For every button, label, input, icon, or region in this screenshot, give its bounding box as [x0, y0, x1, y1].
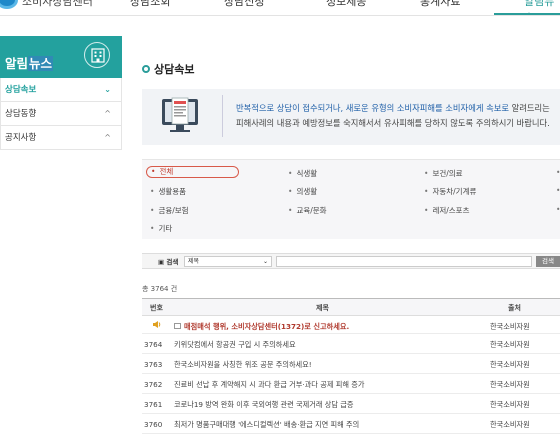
sidebar-item-label: 상담동향	[5, 109, 37, 119]
row-source: 한국소비자원	[490, 380, 530, 389]
category-clothing[interactable]: • 의생활	[288, 186, 317, 197]
sidebar-header: 알림뉴스	[0, 36, 122, 78]
search-bar: ▣ 검색 제목 ⌄ 검색	[142, 253, 560, 269]
row-title[interactable]: 매점매석 행위, 소비자상담센터(1372)로 신고하세요.	[174, 322, 349, 332]
logo-text[interactable]: 소비자상담센터	[22, 0, 93, 9]
row-title[interactable]: 최저가 명품구매대행 '에스디컬렉션' 배송·환급 지연 피해 주의	[174, 420, 359, 430]
info-box: 반복적으로 상담이 접수되거나, 새로운 유형의 소비자피해를 소비자에게 속보…	[142, 89, 560, 145]
sidebar-title: 알림뉴스	[5, 56, 54, 71]
row-title[interactable]: 코로나19 방역 완화 이후 국외여행 관련 국제거래 상담 급증	[174, 400, 354, 410]
building-icon	[84, 42, 110, 68]
row-number: 3763	[144, 360, 163, 369]
row-number: 3761	[144, 400, 163, 409]
nav-item-consult-apply[interactable]: 상담신청	[224, 0, 264, 9]
column-header-source: 출처	[508, 304, 521, 312]
top-navigation: 소비자상담센터 상담조회 상담신청 정보제공 통계자료 알림뉴스	[0, 0, 560, 16]
monitor-document-icon	[162, 97, 198, 132]
sidebar-item-label: 상담속보	[5, 85, 37, 95]
sidebar-item-consult-news[interactable]: 상담속보 ⌄	[1, 78, 121, 102]
category-etc[interactable]: • 기타	[150, 223, 172, 234]
chevron-up-icon: ^	[104, 109, 111, 118]
category-overflow-bullet: •	[556, 186, 560, 195]
column-header-no: 번호	[150, 304, 163, 312]
category-overflow-bullet: •	[556, 168, 560, 177]
category-overflow-bullet: •	[556, 205, 560, 214]
nav-item-info[interactable]: 정보제공	[326, 0, 366, 9]
category-filter: • 전체 • 식생활 • 보건/의료 • • 생활용품 • 의생활 • 자동차/기계류 • …	[142, 159, 560, 239]
image-icon	[174, 323, 181, 329]
table-row[interactable]: 3760 최저가 명품구매대행 '에스디컬렉션' 배송·환급 지연 피해 주의 …	[142, 414, 560, 434]
row-number: 3764	[144, 340, 163, 349]
category-all[interactable]: • 전체	[146, 166, 239, 178]
sidebar-menu: 상담속보 ⌄ 상담동향 ^ 공지사항 ^	[0, 78, 122, 150]
row-source: 한국소비자원	[490, 420, 530, 429]
row-number: 3760	[144, 420, 163, 429]
nav-item-news[interactable]: 알림뉴스	[494, 0, 560, 15]
nav-item-news-label: 알림뉴스	[524, 0, 555, 15]
table-header: 번호 제목 출처	[142, 299, 560, 316]
nav-item-stats[interactable]: 통계자료	[420, 0, 460, 9]
table-row-notice[interactable]: 매점매석 행위, 소비자상담센터(1372)로 신고하세요. 한국소비자원	[142, 316, 560, 334]
search-field-select[interactable]: 제목 ⌄	[184, 256, 272, 267]
row-source: 한국소비자원	[490, 340, 530, 349]
row-title[interactable]: 한국소비자원을 사칭한 위조 공문 주의하세요!	[174, 360, 312, 370]
row-source: 한국소비자원	[490, 360, 530, 369]
category-education[interactable]: • 교육/문화	[288, 205, 327, 216]
sidebar-item-notice[interactable]: 공지사항 ^	[1, 126, 121, 150]
table-row[interactable]: 3764 키위닷컴에서 항공권 구입 시 주의하세요 한국소비자원	[142, 334, 560, 354]
news-table: 번호 제목 출처 매점매석 행위, 소비자상담센터(1372)로 신고하세요. …	[142, 298, 560, 434]
search-button[interactable]: 검색	[536, 256, 560, 267]
search-input[interactable]	[276, 256, 532, 267]
category-finance[interactable]: • 금융/보험	[150, 205, 189, 216]
info-text-line2: 피해사례의 내용과 예방정보를 숙지해서서 유사피해를 당하지 않도록 주의하시…	[236, 118, 550, 128]
row-number: 3762	[144, 380, 163, 389]
category-household[interactable]: • 생활용품	[150, 186, 186, 197]
page-title: 상담속보	[142, 61, 194, 77]
divider	[222, 95, 223, 137]
row-title[interactable]: 진료비 선납 후 계약해지 시 과다 환급 거부·과다 공제 피해 증가	[174, 380, 364, 390]
search-label: ▣ 검색	[158, 258, 179, 266]
column-header-title: 제목	[316, 304, 329, 312]
chevron-down-icon: ⌄	[104, 85, 111, 94]
sidebar-item-label: 공지사항	[5, 133, 37, 143]
table-row[interactable]: 3761 코로나19 방역 완화 이후 국외여행 관련 국제거래 상담 급증 한…	[142, 394, 560, 414]
total-count: 총 3764 건	[142, 285, 178, 293]
category-food[interactable]: • 식생활	[288, 168, 317, 179]
row-title[interactable]: 키위닷컴에서 항공권 구입 시 주의하세요	[174, 340, 296, 350]
chevron-up-icon: ^	[104, 133, 111, 142]
logo-icon[interactable]	[0, 0, 18, 9]
category-health[interactable]: • 보건/의료	[424, 168, 463, 179]
sidebar-item-consult-trend[interactable]: 상담동향 ^	[1, 102, 121, 126]
table-row[interactable]: 3762 진료비 선납 후 계약해지 시 과다 환급 거부·과다 공제 피해 증…	[142, 374, 560, 394]
row-source: 한국소비자원	[490, 322, 530, 331]
category-auto[interactable]: • 자동차/기계류	[424, 186, 476, 197]
speaker-icon	[153, 321, 161, 328]
row-source: 한국소비자원	[490, 400, 530, 409]
info-text-line1: 반복적으로 상담이 접수되거나, 새로운 유형의 소비자피해를 소비자에게 속보…	[236, 103, 550, 113]
nav-item-consult-search[interactable]: 상담조회	[130, 0, 170, 9]
title-bullet-icon	[142, 65, 150, 73]
chevron-down-icon: ⌄	[262, 258, 268, 265]
category-leisure[interactable]: • 레저/스포츠	[424, 205, 469, 216]
table-row[interactable]: 3763 한국소비자원을 사칭한 위조 공문 주의하세요! 한국소비자원	[142, 354, 560, 374]
